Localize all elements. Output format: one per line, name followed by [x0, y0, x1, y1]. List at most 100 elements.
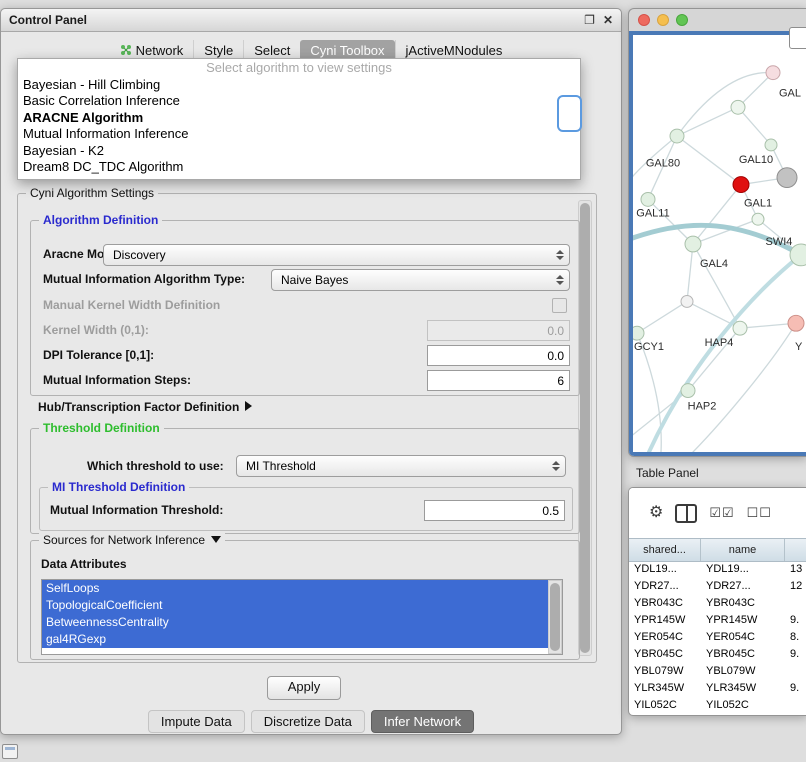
network-tool-box[interactable] — [789, 27, 806, 49]
table-cell: YBR043C — [629, 595, 701, 612]
which-threshold-label: Which threshold to use: — [87, 459, 224, 473]
aracne-mode-select[interactable]: Discovery — [103, 244, 570, 266]
table-cell — [785, 595, 806, 612]
table-row[interactable]: YPR145WYPR145W9. — [629, 612, 806, 629]
network-node-mid-node[interactable] — [681, 296, 693, 308]
mi-type-select[interactable]: Naive Bayes — [271, 269, 570, 291]
table-row[interactable]: YDL19...YDL19...13 — [629, 561, 806, 578]
settings-scrollbar-thumb[interactable] — [580, 203, 590, 653]
table-row[interactable]: YBR045CYBR045C9. — [629, 646, 806, 663]
algorithm-option[interactable]: Basic Correlation Inference — [18, 93, 580, 110]
network-node-GCY1[interactable] — [633, 326, 644, 340]
restore-icon[interactable]: ❐ — [584, 13, 595, 27]
control-panel-titlebar[interactable]: Control Panel ❐ ✕ — [1, 9, 621, 32]
network-node-GAL80[interactable] — [670, 129, 684, 143]
table-row[interactable]: YDR27...YDR27...12 — [629, 578, 806, 595]
sources-group-toggle[interactable]: Sources for Network Inference — [39, 533, 225, 547]
which-threshold-select[interactable]: MI Threshold — [236, 455, 566, 477]
network-node-GAL11[interactable] — [641, 192, 655, 206]
table-row[interactable]: YIL052CYIL052C — [629, 697, 806, 714]
mi-steps-field[interactable]: 6 — [427, 370, 570, 391]
table-row[interactable]: YER054CYER054C8. — [629, 629, 806, 646]
network-node-label: GAL80 — [646, 158, 680, 170]
table-cell: YBR045C — [629, 646, 701, 663]
dpi-tolerance-field[interactable]: 0.0 — [427, 345, 570, 366]
algorithm-option[interactable]: Dream8 DC_TDC Algorithm — [18, 159, 580, 176]
tab-infer-network[interactable]: Infer Network — [371, 710, 474, 733]
network-edge[interactable] — [677, 136, 741, 185]
table-row[interactable]: YLR345WYLR345W9. — [629, 680, 806, 697]
apply-button[interactable]: Apply — [267, 676, 341, 700]
network-edge[interactable] — [648, 199, 693, 244]
close-icon[interactable]: ✕ — [603, 13, 613, 27]
table-row[interactable]: YBL079WYBL079W — [629, 663, 806, 680]
network-node-pink-top[interactable] — [766, 66, 780, 80]
kernel-width-field[interactable]: 0.0 — [427, 320, 570, 341]
network-edge[interactable] — [637, 301, 687, 333]
network-node-red-node[interactable] — [733, 177, 749, 193]
tab-impute-data[interactable]: Impute Data — [148, 710, 245, 733]
table-row[interactable]: YBR043CYBR043C — [629, 595, 806, 612]
close-traffic-light[interactable] — [638, 14, 650, 26]
minimize-traffic-light[interactable] — [657, 14, 669, 26]
settings-scrollbar[interactable] — [578, 200, 592, 656]
tab-discretize-data[interactable]: Discretize Data — [251, 710, 365, 733]
column-header[interactable]: shared... — [629, 539, 701, 561]
network-node-GAL1[interactable] — [752, 213, 764, 225]
column-header[interactable] — [785, 539, 806, 561]
table-cell: YPR145W — [629, 612, 701, 629]
network-node-gray-node[interactable] — [777, 168, 797, 188]
list-scrollbar-thumb[interactable] — [550, 583, 560, 651]
tab-jactivemnodules-label: jActiveMNodules — [406, 43, 503, 58]
column-header[interactable]: name — [701, 539, 785, 561]
network-edge[interactable] — [677, 72, 773, 136]
network-edge[interactable] — [649, 255, 801, 452]
network-edge[interactable] — [687, 244, 693, 301]
mi-threshold-field[interactable]: 0.5 — [424, 500, 565, 521]
table-cell: YDR27... — [629, 578, 701, 595]
network-node-label: GAL4 — [700, 258, 728, 270]
table-cell: YIL052C — [701, 697, 785, 714]
zoom-traffic-light[interactable] — [676, 14, 688, 26]
network-node-HAP2[interactable] — [681, 384, 695, 398]
which-threshold-value: MI Threshold — [246, 459, 316, 473]
network-node-label: GAL — [779, 87, 801, 99]
algorithm-combobox-button[interactable] — [557, 95, 582, 132]
network-edge[interactable] — [738, 107, 771, 145]
columns-icon[interactable] — [675, 504, 697, 523]
network-view-window: GALGAL80GAL10GAL11GAL1SWI4GAL4GCY1HAP4YH… — [628, 8, 806, 457]
data-attributes-list[interactable]: SelfLoopsTopologicalCoefficientBetweenne… — [41, 579, 563, 655]
network-node-salmon-node[interactable] — [788, 315, 804, 331]
algorithm-option[interactable]: Bayesian - K2 — [18, 143, 580, 160]
algorithm-dropdown-popup: Select algorithm to view settings Bayesi… — [17, 58, 581, 180]
gear-icon[interactable]: ⚙ — [649, 504, 663, 522]
table-toolbar: ⚙ ☑☑ ☐☐ — [629, 488, 806, 538]
algorithm-option[interactable]: ARACNE Algorithm — [18, 110, 580, 127]
algorithm-option[interactable]: Bayesian - Hill Climbing — [18, 77, 580, 94]
list-scrollbar[interactable] — [548, 580, 562, 654]
network-edge[interactable] — [677, 107, 738, 136]
attribute-item[interactable]: SelfLoops — [42, 580, 549, 597]
attribute-item[interactable]: gal4RGexp — [42, 631, 549, 648]
algorithm-option[interactable]: Mutual Information Inference — [18, 126, 580, 143]
panel-handle-icon[interactable] — [2, 744, 18, 759]
deselect-all-checkboxes-icon[interactable]: ☐☐ — [747, 505, 772, 521]
network-canvas[interactable]: GALGAL80GAL10GAL11GAL1SWI4GAL4GCY1HAP4YH… — [629, 31, 806, 456]
network-node-HAP4[interactable] — [733, 321, 747, 335]
hub-section-toggle[interactable]: Hub/Transcription Factor Definition — [38, 400, 252, 414]
select-all-checkboxes-icon[interactable]: ☑☑ — [709, 505, 734, 521]
network-node-node-a[interactable] — [731, 100, 745, 114]
hub-section-label: Hub/Transcription Factor Definition — [38, 400, 239, 414]
network-node-label: SWI4 — [766, 236, 793, 248]
network-node-GAL4[interactable] — [685, 236, 701, 252]
network-edge[interactable] — [693, 244, 740, 328]
mi-type-label: Mutual Information Algorithm Type: — [43, 272, 245, 286]
manual-kernel-checkbox[interactable] — [552, 298, 567, 313]
manual-kernel-label: Manual Kernel Width Definition — [43, 298, 220, 312]
table-cell — [785, 697, 806, 714]
network-node-GAL10[interactable] — [765, 139, 777, 151]
network-svg[interactable]: GALGAL80GAL10GAL11GAL1SWI4GAL4GCY1HAP4YH… — [633, 35, 806, 452]
attribute-item[interactable]: BetweennessCentrality — [42, 614, 549, 631]
attribute-item[interactable]: TopologicalCoefficient — [42, 597, 549, 614]
table-panel-title: Table Panel — [636, 466, 699, 480]
